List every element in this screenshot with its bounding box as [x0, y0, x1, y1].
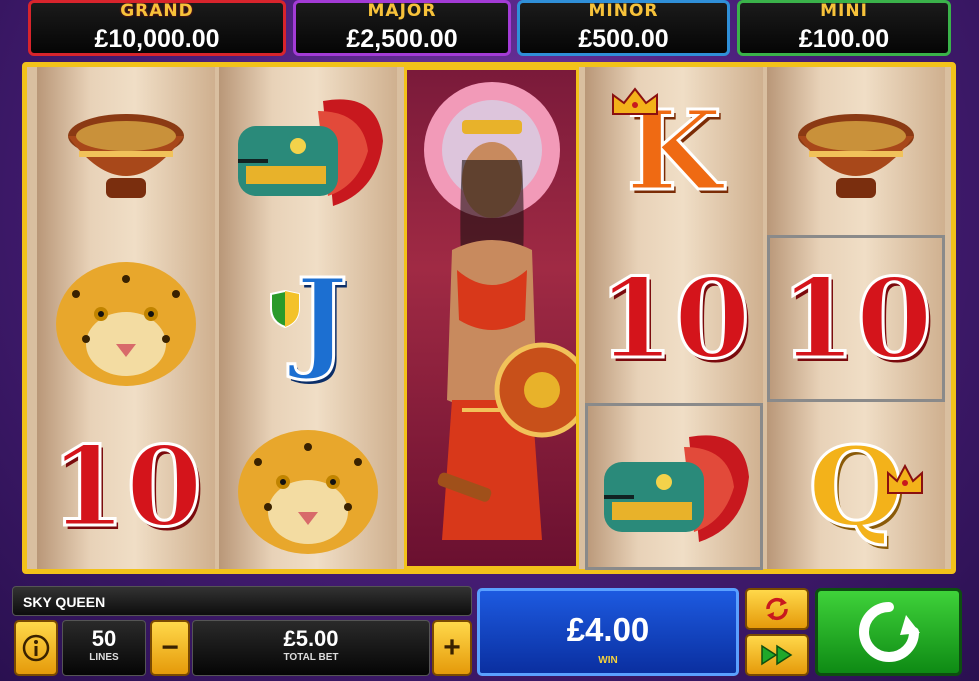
crown-icon — [887, 463, 923, 494]
jackpot-mini-value: £100.00 — [798, 25, 890, 53]
info-icon — [22, 634, 50, 662]
serpent-head-icon — [238, 98, 383, 206]
win-display: £4.00 WIN — [477, 588, 739, 676]
jackpot-grand: GRAND £10,000.00 — [28, 0, 286, 56]
ten-symbol-text: 10 — [596, 253, 752, 383]
reel-2: J — [219, 67, 397, 569]
jaguar-symbol — [37, 235, 215, 402]
jackpot-grand-label: GRAND — [120, 1, 194, 21]
lines-value: 50 — [91, 626, 117, 651]
ten-symbol-text: 10 — [48, 421, 204, 551]
jackpot-mini-label: MINI — [820, 1, 868, 21]
total-bet-value: £5.00 — [283, 626, 339, 651]
turbo-button[interactable] — [745, 634, 809, 676]
jaguar-icon — [56, 261, 196, 386]
j-symbol-text: J — [294, 253, 349, 383]
autoplay-icon — [766, 597, 788, 621]
ten-symbol-text: 10 — [778, 253, 934, 383]
game-title-bar: SKY QUEEN — [12, 586, 472, 616]
sky-queen-icon — [424, 82, 590, 540]
jackpot-major: MAJOR £2,500.00 — [293, 0, 511, 56]
bowl-symbol — [767, 67, 945, 234]
plus-icon: + — [443, 631, 461, 664]
jackpot-minor: MINOR £500.00 — [517, 0, 730, 56]
jackpot-grand-value: £10,000.00 — [94, 25, 220, 53]
bowl-icon — [798, 113, 914, 198]
crown-icon — [612, 87, 658, 115]
k-symbol: K — [585, 67, 763, 234]
reel-1: 10 — [37, 67, 215, 569]
jackpot-major-label: MAJOR — [367, 1, 437, 21]
fast-forward-icon — [761, 644, 793, 666]
reel-5: 10 Q — [767, 67, 945, 569]
win-value: £4.00 — [566, 611, 650, 648]
ten-symbol: 10 — [585, 235, 763, 402]
increase-bet-button[interactable]: + — [432, 620, 472, 676]
jackpot-minor-label: MINOR — [588, 1, 659, 21]
serpent-symbol — [219, 67, 397, 234]
serpent-symbol — [585, 403, 763, 570]
serpent-head-icon — [604, 434, 749, 542]
ten-symbol: 10 — [37, 403, 215, 570]
spin-button[interactable] — [815, 588, 962, 676]
game-title: SKY QUEEN — [23, 594, 106, 610]
reel-area: 10 J K 10 10 Q — [22, 62, 956, 574]
bowl-icon — [68, 113, 184, 198]
spin-icon — [858, 602, 920, 662]
autoplay-button[interactable] — [745, 588, 809, 630]
decrease-bet-button[interactable]: − — [150, 620, 190, 676]
total-bet-label: TOTAL BET — [283, 652, 339, 663]
j-symbol: J — [219, 235, 397, 402]
jackpot-mini: MINI £100.00 — [737, 0, 951, 56]
q-symbol: Q — [767, 403, 945, 570]
ten-symbol: 10 — [767, 235, 945, 402]
lines-label: LINES — [89, 652, 119, 663]
win-label: WIN — [598, 655, 618, 666]
jaguar-symbol — [219, 403, 397, 570]
jaguar-icon — [238, 429, 378, 554]
total-bet-display: £5.00 TOTAL BET — [192, 620, 430, 676]
lines-display: 50 LINES — [62, 620, 146, 676]
bowl-symbol — [37, 67, 215, 234]
info-button[interactable] — [14, 620, 58, 676]
reel-4: K 10 — [585, 67, 763, 570]
minus-icon: − — [161, 631, 179, 664]
reel-3-sky-queen-wild — [404, 67, 590, 569]
jackpot-major-value: £2,500.00 — [346, 25, 458, 53]
jackpot-minor-value: £500.00 — [578, 25, 669, 53]
